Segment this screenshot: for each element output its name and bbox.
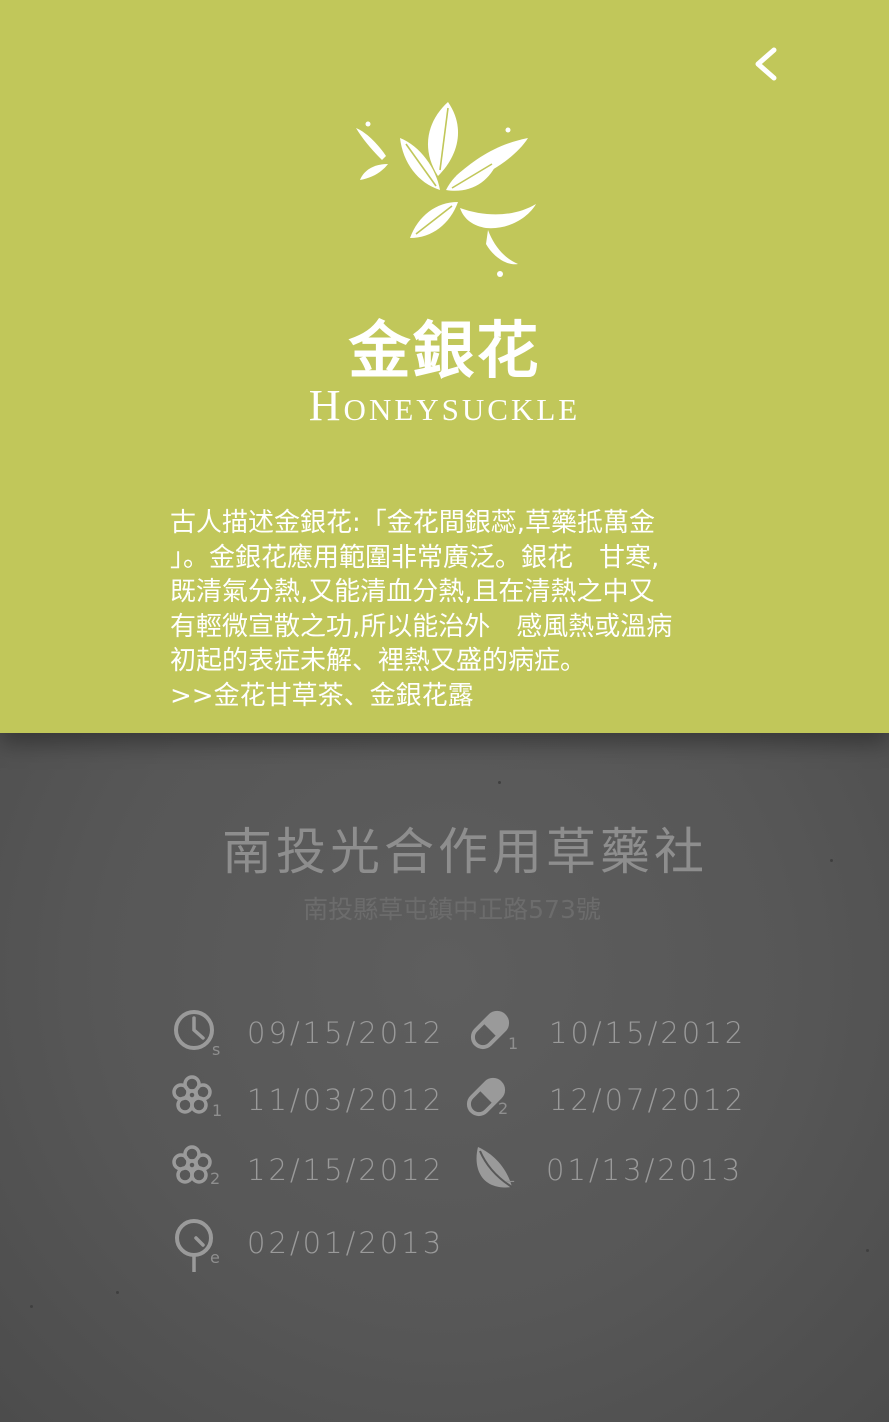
timeline-subscript: e xyxy=(210,1248,220,1267)
timeline-date: 11/03/2012 xyxy=(247,1083,445,1117)
description-line: 古人描述金銀花:「金花間銀蕊,草藥抵萬金 xyxy=(170,508,656,538)
shop-address: 南投縣草屯鎮中正路573號 xyxy=(303,895,601,924)
texture-speck xyxy=(498,781,501,784)
texture-speck xyxy=(116,1291,119,1294)
description-line: 初起的表症未解、裡熱又盛的病症。 xyxy=(170,646,587,676)
description-line: 」。金銀花應用範圍非常廣泛。銀花 甘寒, xyxy=(170,542,660,573)
timeline-subscript: _ xyxy=(506,1163,514,1182)
timeline-date: 10/15/2012 xyxy=(549,1016,747,1050)
description-line: 既清氣分熱,又能清血分熱,且在清熱之中又 xyxy=(170,577,655,607)
timeline-subscript: 1 xyxy=(508,1034,519,1053)
honeysuckle-flower-icon xyxy=(356,102,536,277)
description-line: 有輕微宣散之功,所以能治外 感風熱或溫病 xyxy=(170,611,673,642)
description: 古人描述金銀花:「金花間銀蕊,草藥抵萬金 」。金銀花應用範圍非常廣泛。銀花 甘寒… xyxy=(170,506,730,713)
page-title: 金銀花 xyxy=(348,314,541,387)
chevron-left-icon xyxy=(755,47,777,81)
timeline-subscript: 1 xyxy=(212,1101,223,1120)
texture-speck xyxy=(30,1305,33,1308)
timeline-date: 02/01/2013 xyxy=(247,1226,445,1260)
timeline-subscript: s xyxy=(212,1040,221,1059)
pill-icon xyxy=(466,1077,506,1117)
timeline-subscript: 2 xyxy=(210,1169,221,1188)
leaf-icon xyxy=(476,1147,513,1188)
timeline-date: 12/15/2012 xyxy=(247,1153,445,1187)
back-button[interactable] xyxy=(748,42,788,86)
recipe-links[interactable]: >>金花甘草茶、金銀花露 xyxy=(170,679,730,714)
texture-speck xyxy=(866,1249,869,1252)
timeline-subscript: 2 xyxy=(498,1099,509,1118)
shop-name: 南投光合作用草藥社 xyxy=(222,823,708,881)
page-subtitle: Honeysuckle xyxy=(308,381,581,430)
timeline-date: 12/07/2012 xyxy=(549,1083,747,1117)
header-panel: 金銀花 Honeysuckle 古人描述金銀花:「金花間銀蕊,草藥抵萬金 」。金… xyxy=(0,0,889,733)
timeline-date: 09/15/2012 xyxy=(247,1016,445,1050)
timeline-date: 01/13/2013 xyxy=(546,1153,744,1187)
